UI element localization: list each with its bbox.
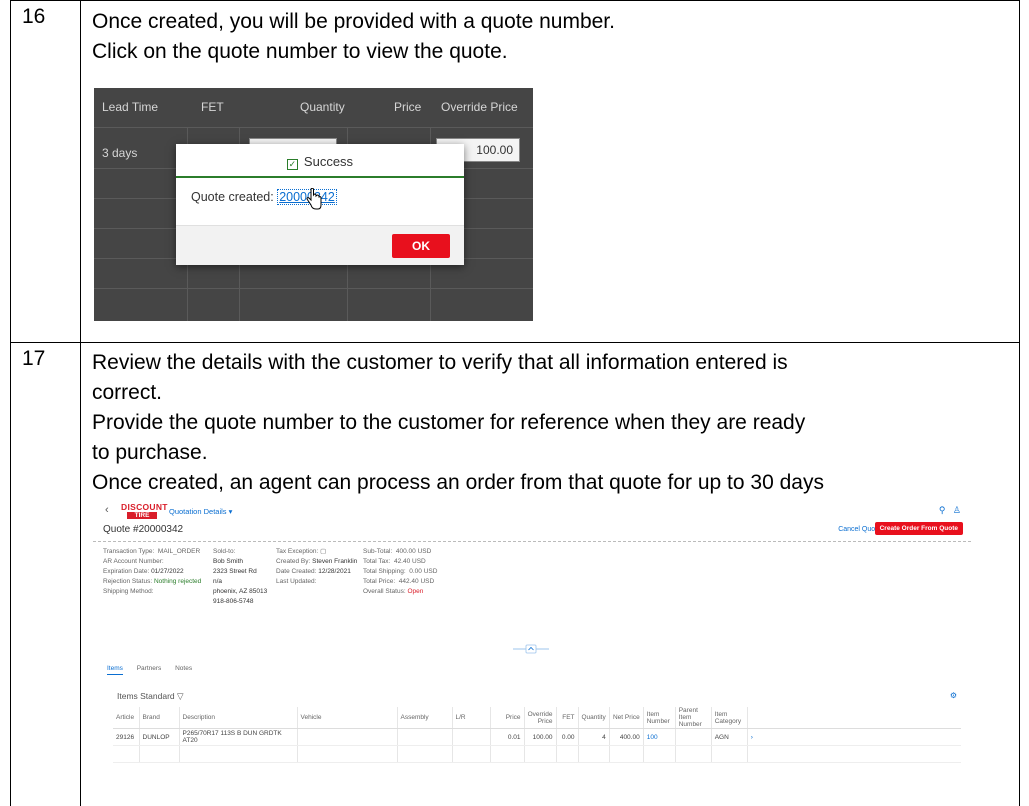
table-cell <box>675 728 712 746</box>
col-fet: FET <box>201 100 224 114</box>
column-header: Quantity <box>578 707 610 729</box>
instruction-table: 16 Once created, you will be provided wi… <box>10 0 1020 806</box>
search-icon[interactable]: ⚲ <box>939 505 946 515</box>
col-override-price: Override Price <box>441 100 518 114</box>
quote-info-column: Transaction Type: MAIL_ORDER AR Account … <box>103 548 202 595</box>
table-cell: 400.00 <box>609 728 644 746</box>
table-row[interactable]: 29126 DUNLOP P265/70R17 113S B DUN GRDTK… <box>113 728 961 746</box>
step-number: 17 <box>22 347 46 370</box>
table-cell <box>397 728 453 746</box>
items-variant-selector[interactable]: Items Standard ▽ <box>117 691 184 702</box>
column-header: Brand <box>139 707 180 729</box>
step-row-16: 16 Once created, you will be provided wi… <box>11 1 1019 343</box>
col-price: Price <box>394 100 422 114</box>
create-order-button[interactable]: Create Order From Quote <box>874 522 963 535</box>
step-number-cell: 16 <box>11 1 81 342</box>
column-header: Net Price <box>609 707 644 729</box>
step-text-line: Provide the quote number to the customer… <box>92 411 806 434</box>
items-table: Article Brand Description Vehicle Assemb… <box>113 707 961 763</box>
column-header: Assembly <box>397 707 453 729</box>
column-header: L/R <box>452 707 491 729</box>
column-header <box>747 707 961 729</box>
hand-cursor-icon <box>306 188 322 210</box>
shell-actions: ⚲ ♙ <box>939 505 961 516</box>
table-cell: 100.00 <box>524 728 557 746</box>
table-cell: 4 <box>578 728 610 746</box>
tab-bar: Items Partners Notes <box>107 665 204 675</box>
table-cell: 29126 <box>113 728 140 746</box>
column-header: FET <box>556 707 579 729</box>
tax-exception-checkbox[interactable]: ▢ <box>320 548 326 555</box>
step-number: 16 <box>22 5 46 28</box>
shell-bar: ‹ DISCOUNT TIRE Quotation Details ▾ ⚲ ♙ <box>93 501 971 521</box>
table-cell: 0.00 <box>556 728 579 746</box>
dialog-title: Success <box>303 154 354 169</box>
sold-to-column: Sold-to: Bob Smith 2323 Street Rd n/a ph… <box>213 548 268 605</box>
col-quantity: Quantity <box>300 100 345 114</box>
table-cell <box>452 728 491 746</box>
table-header-row: Article Brand Description Vehicle Assemb… <box>113 707 961 729</box>
quote-created-label: Quote created: <box>191 190 274 204</box>
table-cell: P265/70R17 113S B DUN GRDTK AT20 <box>179 728 298 746</box>
totals-column: Sub-Total: 400.00 USD Total Tax: 42.40 U… <box>363 548 438 595</box>
table-cell <box>297 728 398 746</box>
tab-partners[interactable]: Partners <box>137 665 162 672</box>
discount-tire-logo: DISCOUNT TIRE <box>121 502 168 519</box>
grid-divider <box>94 288 533 289</box>
app-title-menu[interactable]: Quotation Details ▾ <box>169 507 232 516</box>
table-row <box>113 745 961 763</box>
header-divider <box>93 541 971 542</box>
gear-icon[interactable]: ⚙ <box>950 691 957 700</box>
row-navigation-icon[interactable]: › <box>747 728 961 746</box>
table-cell: DUNLOP <box>139 728 180 746</box>
dialog-header: ✓ Success <box>176 144 464 178</box>
dialog-footer: OK <box>176 225 464 265</box>
tab-items[interactable]: Items <box>107 665 123 675</box>
tab-notes[interactable]: Notes <box>175 665 192 672</box>
success-dialog-screenshot: Lead Time FET Quantity Price Override Pr… <box>94 88 533 321</box>
column-header: Vehicle <box>297 707 398 729</box>
collapse-header-icon[interactable] <box>513 644 549 654</box>
column-header: Override Price <box>524 707 557 729</box>
ok-button[interactable]: OK <box>392 234 450 258</box>
step-text-line: Click on the quote number to view the qu… <box>92 40 508 63</box>
quotation-details-screenshot: ‹ DISCOUNT TIRE Quotation Details ▾ ⚲ ♙ … <box>93 501 971 778</box>
column-header: Item Number <box>643 707 676 729</box>
column-header: Article <box>113 707 140 729</box>
item-number-link[interactable]: 100 <box>643 728 676 746</box>
col-lead-time: Lead Time <box>102 100 159 114</box>
step-text-line: Once created, an agent can process an or… <box>92 471 824 494</box>
step-text-line: Once created, you will be provided with … <box>92 10 615 33</box>
grid-header: Lead Time FET Quantity Price Override Pr… <box>94 88 533 128</box>
created-info-column: Tax Exception: ▢ Created By: Steven Fran… <box>276 548 358 585</box>
table-cell: AGN <box>711 728 748 746</box>
column-header: Parent Item Number <box>675 707 712 729</box>
back-arrow-icon[interactable]: ‹ <box>105 504 109 516</box>
table-cell: 0.01 <box>490 728 525 746</box>
checkbox-icon: ✓ <box>286 159 298 170</box>
quote-title: Quote #20000342 <box>103 524 184 535</box>
step-text-line: Review the details with the customer to … <box>92 351 788 374</box>
step-text-line: correct. <box>92 381 163 404</box>
lead-time-value: 3 days <box>102 146 138 160</box>
column-header: Item Category <box>711 707 748 729</box>
column-header: Price <box>490 707 525 729</box>
user-icon[interactable]: ♙ <box>953 505 961 515</box>
step-text-line: to purchase. <box>92 441 208 464</box>
column-header: Description <box>179 707 298 729</box>
step-number-cell: 17 <box>11 343 81 806</box>
